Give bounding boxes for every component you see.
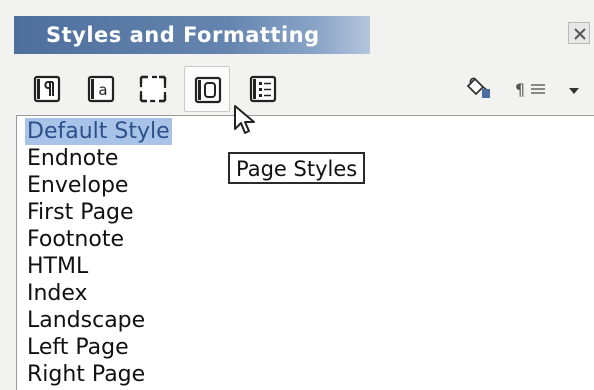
paragraph-styles-button[interactable] — [32, 74, 62, 104]
list-item[interactable]: Left Page — [27, 334, 129, 361]
list-item[interactable]: Default Style — [25, 118, 172, 145]
list-item[interactable]: HTML — [27, 253, 88, 280]
page-styles-tooltip: Page Styles — [228, 152, 366, 184]
mouse-pointer-icon — [234, 105, 255, 134]
new-style-paragraph-icon: ¶ — [515, 80, 545, 99]
styles-and-formatting-window: Styles and Formatting a ¶ Default Style … — [0, 0, 594, 390]
list-item[interactable]: Endnote — [27, 145, 118, 172]
fill-format-mode-button[interactable] — [462, 74, 492, 104]
frame-styles-icon — [139, 75, 167, 103]
list-styles-icon — [249, 75, 277, 103]
new-style-from-selection-button[interactable]: ¶ — [512, 74, 552, 104]
paragraph-styles-icon — [33, 75, 61, 103]
dropdown-arrow-icon — [569, 88, 579, 94]
list-item[interactable]: Index — [27, 280, 88, 307]
list-item[interactable]: Landscape — [27, 307, 145, 334]
page-styles-button[interactable] — [184, 66, 230, 112]
more-options-dropdown[interactable] — [562, 74, 586, 104]
page-styles-icon — [194, 76, 222, 104]
list-item[interactable]: Footnote — [27, 226, 124, 253]
fill-format-bucket-icon — [466, 77, 490, 98]
character-styles-icon: a — [87, 75, 115, 103]
svg-text:¶: ¶ — [515, 80, 525, 99]
list-item[interactable]: Envelope — [27, 172, 128, 199]
list-item[interactable]: Right Page — [27, 361, 145, 388]
list-item[interactable]: First Page — [27, 199, 134, 226]
svg-text:a: a — [98, 81, 107, 99]
list-styles-button[interactable] — [248, 74, 278, 104]
close-icon — [574, 28, 586, 40]
close-button[interactable] — [568, 22, 590, 44]
frame-styles-button[interactable] — [138, 74, 168, 104]
window-title: Styles and Formatting — [46, 23, 320, 47]
character-styles-button[interactable]: a — [86, 74, 116, 104]
